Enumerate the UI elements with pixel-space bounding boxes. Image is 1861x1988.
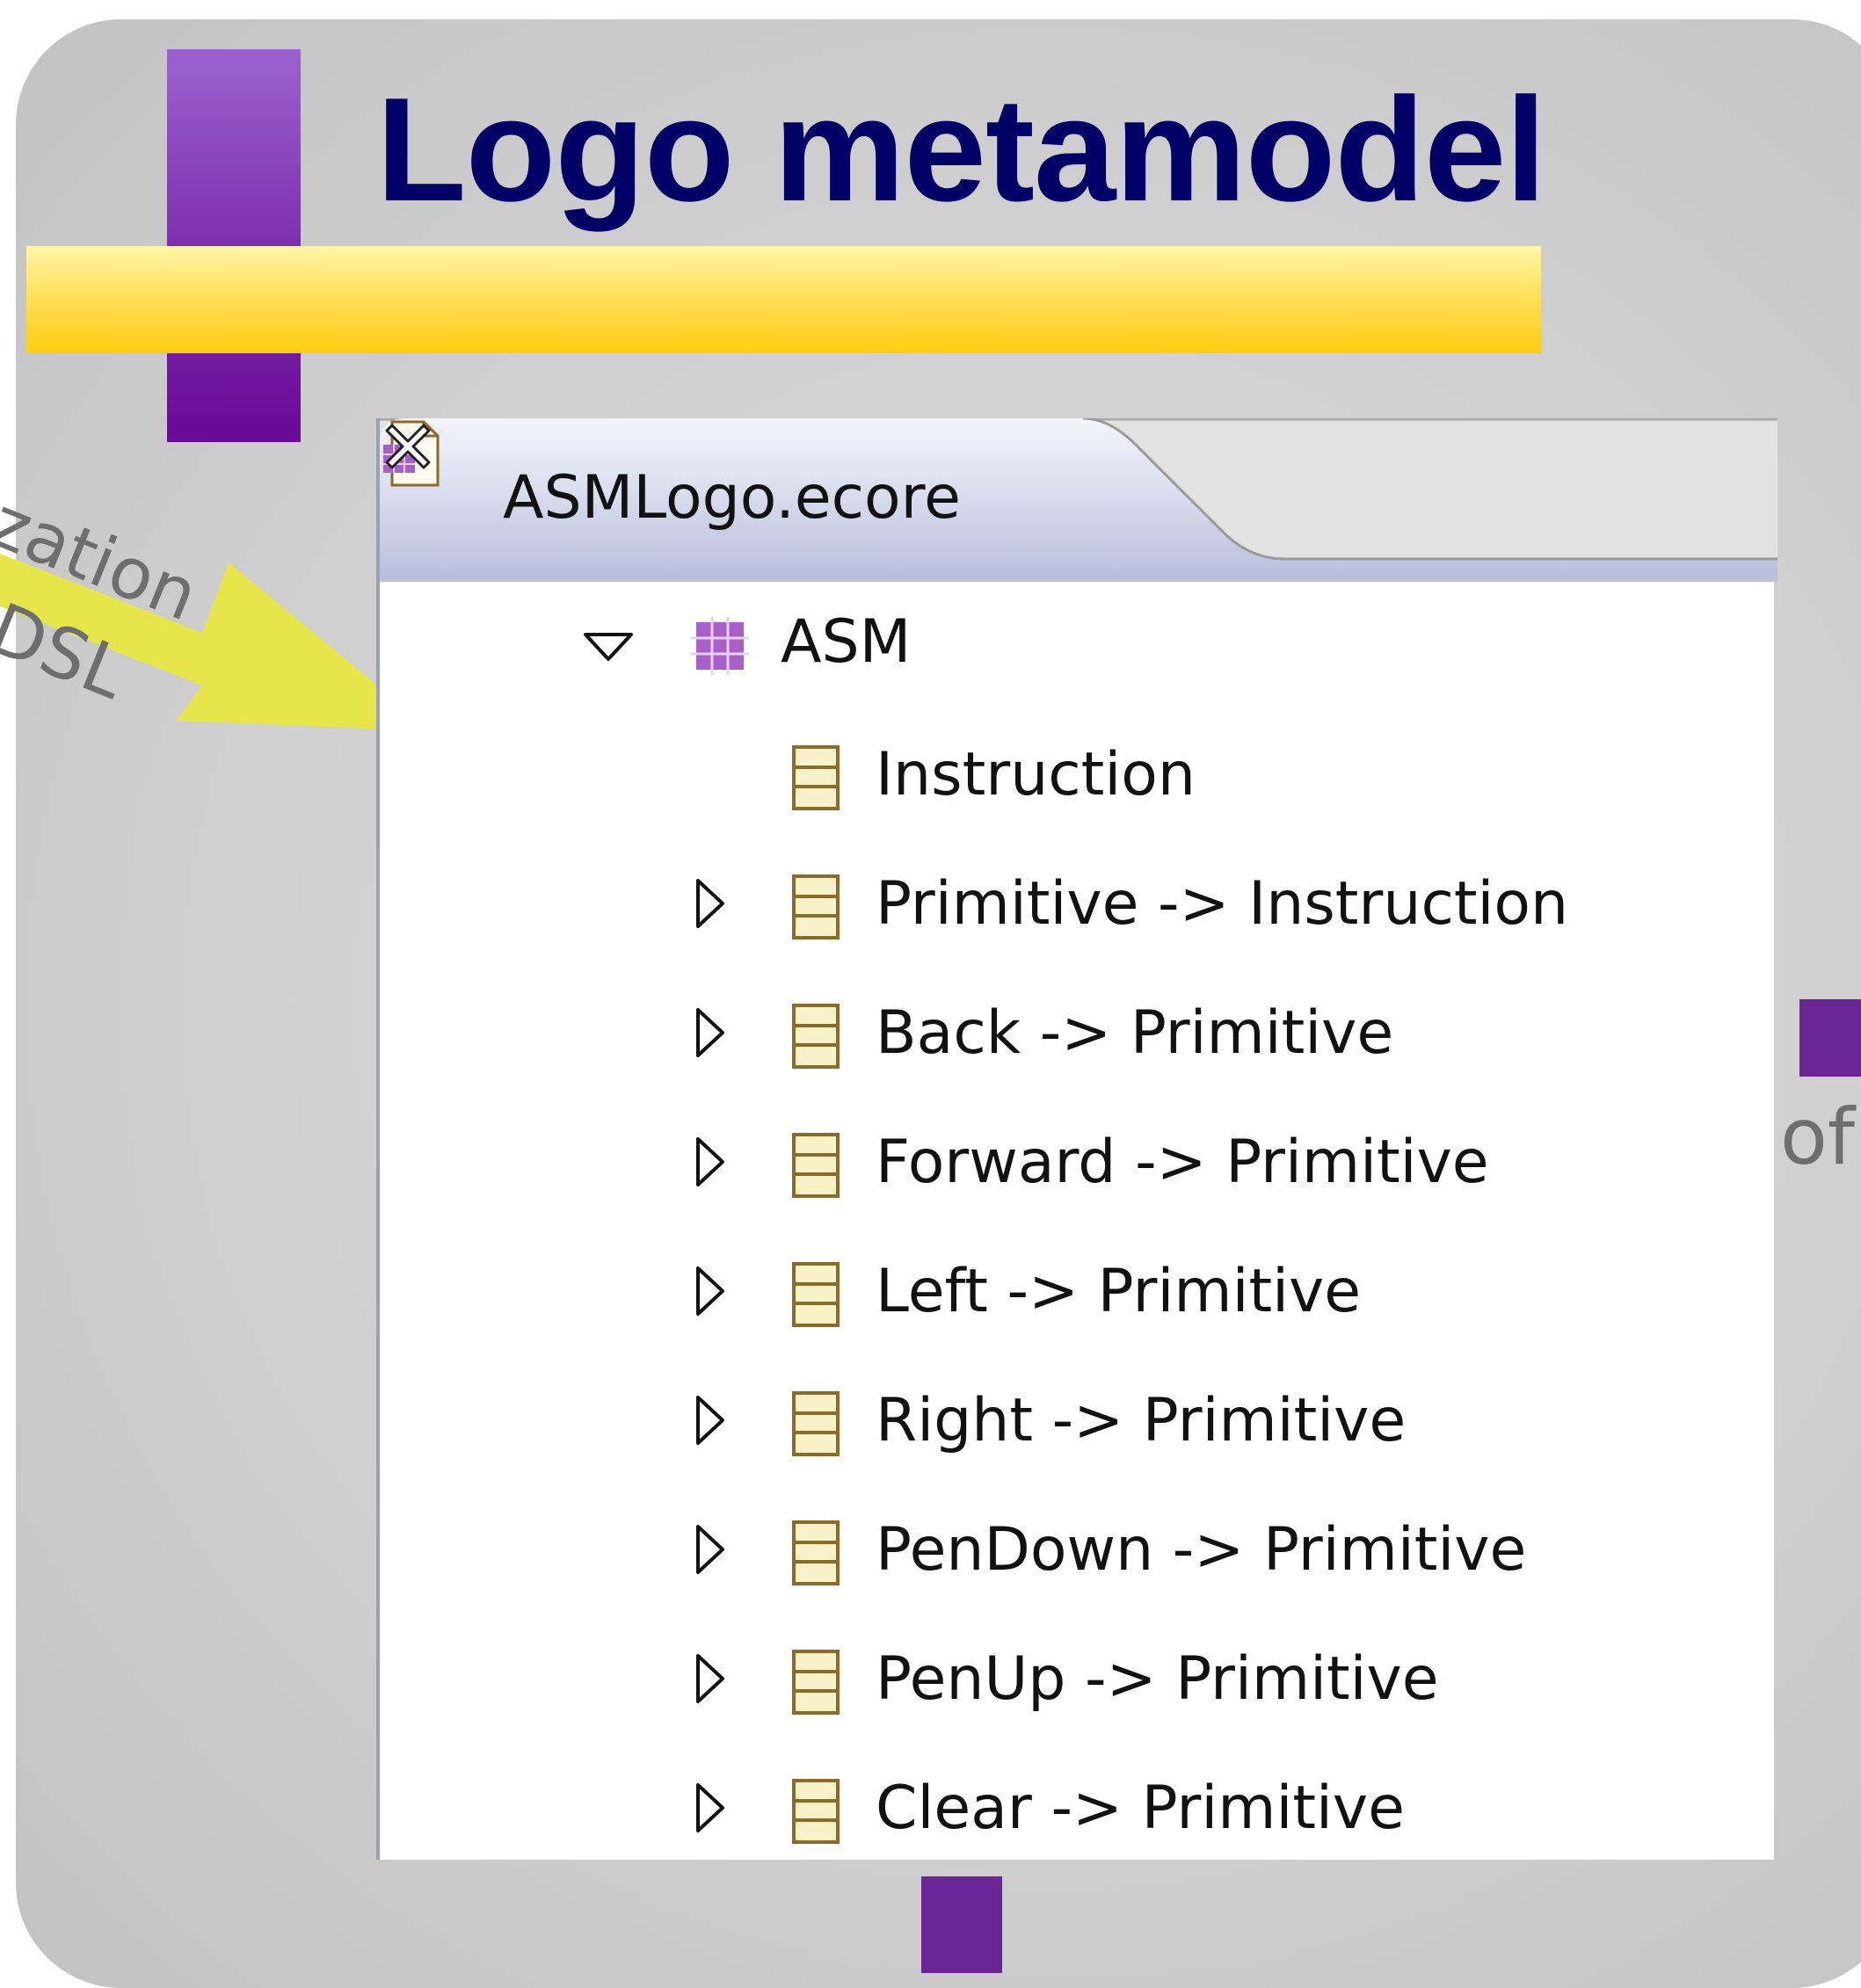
tree-item[interactable]: Primitive -> Instruction — [380, 844, 1774, 940]
eclass-icon — [792, 1520, 840, 1585]
tree-item[interactable]: Clear -> Primitive — [380, 1748, 1774, 1844]
chevron-right-icon[interactable] — [693, 1394, 728, 1447]
eclass-icon — [792, 1650, 840, 1715]
eclass-icon — [792, 745, 840, 810]
eclass-icon — [792, 874, 840, 940]
tree-item[interactable]: Forward -> Primitive — [380, 1102, 1774, 1198]
tree-item[interactable]: Left -> Primitive — [380, 1231, 1774, 1327]
tree-item-label: PenDown -> Primitive — [876, 1515, 1527, 1585]
chevron-right-icon[interactable] — [693, 1006, 728, 1059]
chevron-right-icon[interactable] — [693, 1135, 728, 1188]
tree-item[interactable]: PenUp -> Primitive — [380, 1619, 1774, 1715]
tree-item-label: Forward -> Primitive — [876, 1128, 1489, 1197]
editor-tab-label[interactable]: ASMLogo.ecore — [503, 462, 961, 534]
chevron-right-icon[interactable] — [693, 1523, 728, 1576]
tree-item-label: Left -> Primitive — [876, 1257, 1362, 1326]
close-icon[interactable] — [380, 418, 436, 475]
tree-item-label: Instruction — [876, 740, 1196, 809]
eclass-icon — [792, 1004, 840, 1069]
chevron-right-icon[interactable] — [693, 877, 728, 930]
chevron-right-icon[interactable] — [693, 1781, 728, 1834]
editor-tab-strip: ASMLogo.ecore — [380, 418, 1777, 582]
tree-root-label: ASM — [781, 607, 912, 677]
tree-item-label: Clear -> Primitive — [876, 1774, 1406, 1843]
tree-item[interactable]: Instruction — [380, 715, 1774, 810]
eclass-icon — [792, 1391, 840, 1456]
tree-item[interactable]: Back -> Primitive — [380, 973, 1774, 1069]
epackage-icon — [691, 617, 749, 675]
chevron-down-icon[interactable] — [582, 629, 635, 664]
chevron-right-icon[interactable] — [693, 1652, 728, 1705]
title-accent-horizontal-bar — [26, 246, 1541, 353]
tree-item[interactable]: Right -> Primitive — [380, 1360, 1774, 1456]
right-side-text: of — [1780, 1092, 1855, 1182]
eclass-icon — [792, 1262, 840, 1327]
eclass-icon — [792, 1133, 840, 1198]
slide-title: Logo metamodel — [376, 67, 1546, 232]
tree-item-label: PenUp -> Primitive — [876, 1644, 1439, 1714]
chevron-right-icon[interactable] — [693, 1265, 728, 1317]
tree-item-label: Primitive -> Instruction — [876, 869, 1569, 939]
tree-item-label: Right -> Primitive — [876, 1386, 1407, 1455]
bottom-accent-square — [921, 1876, 1002, 1973]
right-accent-square — [1799, 999, 1861, 1077]
ecore-editor: ASMLogo.ecore ASM Instruction Primitive ->… — [376, 418, 1777, 1860]
tree-item[interactable]: PenDown -> Primitive — [380, 1490, 1774, 1585]
eclass-icon — [792, 1779, 840, 1844]
tree-root-package[interactable]: ASM — [380, 585, 1774, 677]
tree-item-label: Back -> Primitive — [876, 998, 1394, 1068]
